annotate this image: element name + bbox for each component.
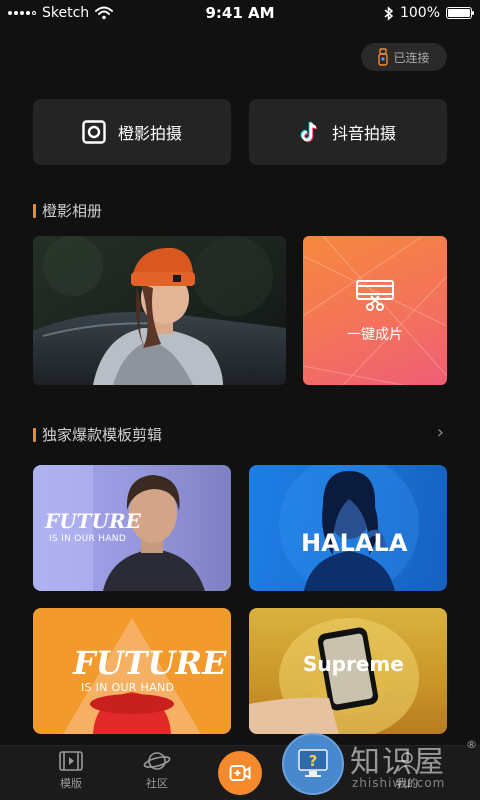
connection-label: 已连接 bbox=[393, 50, 430, 65]
chengying-shoot-label: 橙影拍摄 bbox=[117, 124, 182, 143]
douyin-shoot-button[interactable]: 抖音拍摄 bbox=[249, 99, 447, 165]
template-2-image bbox=[279, 465, 419, 591]
template-2-title: HALALA bbox=[301, 529, 408, 557]
tab-community-label: 社区 bbox=[146, 777, 168, 790]
camera-square-icon bbox=[82, 120, 106, 144]
template-card-supreme[interactable]: Supreme bbox=[249, 608, 447, 734]
template-4-title: Supreme bbox=[303, 652, 404, 676]
album-title-text: 橙影相册 bbox=[42, 202, 103, 220]
template-card-future-2[interactable]: FUTURE IS IN OUR HAND bbox=[33, 608, 231, 734]
album-photo-card[interactable] bbox=[33, 236, 286, 385]
tab-community[interactable]: 社区 bbox=[127, 750, 187, 791]
templates-section-title: 独家爆款模板剪辑 bbox=[33, 424, 162, 445]
one-click-label: 一键成片 bbox=[347, 326, 403, 343]
one-click-create-card[interactable]: 一键成片 bbox=[303, 236, 447, 385]
album-section-title: 橙影相册 bbox=[33, 200, 102, 221]
connection-status-button[interactable]: 已连接 bbox=[361, 43, 447, 71]
tab-templates-label: 模版 bbox=[60, 777, 82, 790]
help-monitor-icon: ? bbox=[298, 749, 328, 777]
chevron-right-icon[interactable]: › bbox=[437, 422, 444, 443]
svg-text:?: ? bbox=[309, 752, 318, 770]
templates-title-text: 独家爆款模板剪辑 bbox=[42, 426, 163, 444]
bluetooth-icon bbox=[384, 5, 394, 21]
battery-percent: 100% bbox=[399, 5, 440, 21]
planet-icon bbox=[143, 752, 171, 770]
template-card-future-1[interactable]: FUTURE IS IN OUR HAND bbox=[33, 465, 231, 591]
watermark-registered: ® bbox=[466, 738, 477, 751]
accent-bar bbox=[33, 203, 36, 218]
template-card-halala[interactable]: HALALA bbox=[249, 465, 447, 591]
device-icon bbox=[378, 48, 389, 66]
tiktok-icon bbox=[300, 121, 318, 143]
status-bar: Sketch 9:41 AM 100% bbox=[0, 0, 480, 28]
douyin-shoot-label: 抖音拍摄 bbox=[331, 124, 396, 143]
battery-icon bbox=[446, 7, 474, 19]
record-icon bbox=[229, 765, 251, 781]
template-3-subtitle: IS IN OUR HAND bbox=[81, 681, 175, 694]
template-3-title: FUTURE bbox=[73, 644, 227, 682]
video-cut-icon bbox=[356, 279, 394, 311]
film-icon bbox=[59, 751, 83, 771]
watermark-monitor-icon: ? bbox=[282, 733, 344, 795]
battery-fill bbox=[448, 9, 470, 17]
watermark-text: 知识屋 bbox=[350, 745, 446, 780]
template-1-title: FUTURE bbox=[45, 509, 141, 533]
tab-templates[interactable]: 模版 bbox=[41, 750, 101, 791]
chengying-shoot-button[interactable]: 橙影拍摄 bbox=[33, 99, 231, 165]
template-1-subtitle: IS IN OUR HAND bbox=[49, 534, 127, 544]
record-button[interactable] bbox=[218, 751, 262, 795]
accent-bar bbox=[33, 427, 36, 442]
watermark-url: zhishiwu.com bbox=[352, 776, 446, 790]
album-photo-image bbox=[33, 236, 286, 385]
status-right: 100% bbox=[384, 5, 474, 21]
